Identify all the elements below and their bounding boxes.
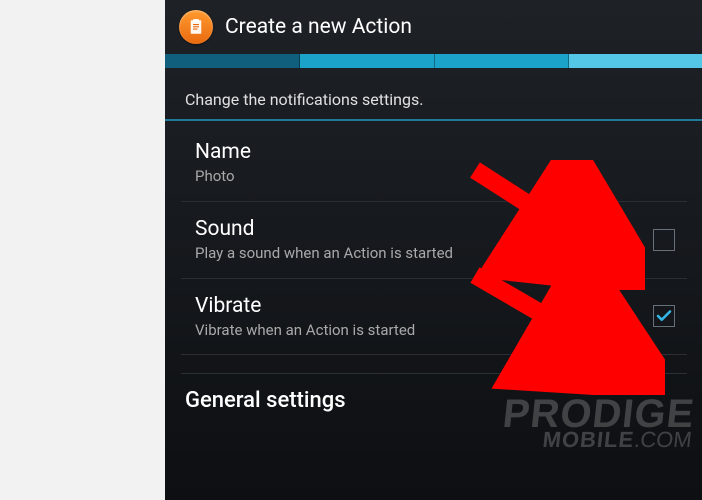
- setting-title: Name: [195, 139, 683, 165]
- clipboard-glyph: [187, 18, 205, 36]
- progress-step-4: [569, 54, 702, 68]
- settings-list: Name Photo Sound Play a sound when an Ac…: [165, 121, 702, 423]
- setting-subtitle: Photo: [195, 167, 535, 187]
- clipboard-icon: [179, 10, 213, 44]
- section-header-general: General settings: [165, 374, 702, 423]
- vibrate-checkbox[interactable]: [653, 305, 675, 327]
- setting-sound[interactable]: Sound Play a sound when an Action is sta…: [165, 202, 702, 278]
- phone-screen: Create a new Action Change the notificat…: [165, 0, 702, 500]
- setting-name[interactable]: Name Photo: [165, 125, 702, 201]
- header-title: Create a new Action: [225, 15, 412, 39]
- setting-text: Vibrate Vibrate when an Action is starte…: [195, 293, 643, 341]
- app-header: Create a new Action: [165, 0, 702, 54]
- check-icon: [655, 307, 673, 325]
- setting-text: Name Photo: [195, 139, 683, 187]
- progress-step-1: [165, 54, 300, 68]
- progress-step-2: [300, 54, 435, 68]
- setting-vibrate[interactable]: Vibrate Vibrate when an Action is starte…: [165, 279, 702, 355]
- screenshot-frame: Create a new Action Change the notificat…: [165, 0, 702, 500]
- sound-checkbox[interactable]: [653, 229, 675, 251]
- section-subhead: Change the notifications settings.: [165, 68, 702, 119]
- setting-subtitle: Play a sound when an Action is started: [195, 244, 535, 264]
- divider: [181, 354, 687, 355]
- progress-bar: [165, 54, 702, 68]
- setting-subtitle: Vibrate when an Action is started: [195, 321, 535, 341]
- setting-text: Sound Play a sound when an Action is sta…: [195, 216, 643, 264]
- progress-step-3: [435, 54, 570, 68]
- setting-title: Sound: [195, 216, 643, 242]
- setting-title: Vibrate: [195, 293, 643, 319]
